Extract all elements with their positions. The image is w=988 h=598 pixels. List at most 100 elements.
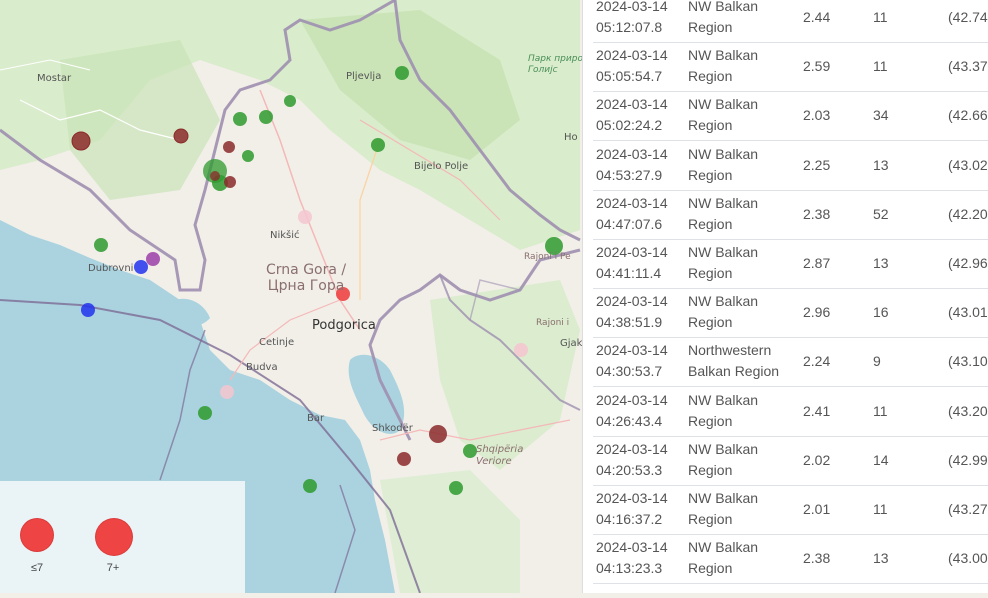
quake-marker — [220, 385, 234, 399]
quake-marker — [146, 252, 160, 266]
map-label-niksic: Nikšić — [270, 230, 300, 241]
quake-marker — [259, 110, 273, 124]
table-row[interactable]: 2024-03-14 04:16:37.2 NW Balkan Region 2.0… — [593, 485, 988, 535]
cell-magnitude: 2.41 — [803, 402, 831, 419]
map-label-cetinje: Cetinje — [259, 337, 295, 348]
table-row[interactable]: 2024-03-14 04:47:07.6 NW Balkan Region 2.3… — [593, 190, 988, 240]
quake-marker — [134, 260, 148, 274]
table-row[interactable]: 2024-03-14 04:30:53.7 Northwestern Balkan… — [593, 337, 988, 388]
table-row[interactable]: 2024-03-14 04:26:43.4 NW Balkan Region 2.4… — [593, 387, 988, 437]
map-label-park: Парк приро Голијс — [528, 54, 583, 75]
quake-marker — [223, 141, 235, 153]
cell-coordinates: (42.66 — [948, 107, 988, 124]
cell-region: Northwestern Balkan Region — [688, 342, 780, 380]
map-label-pljevlja: Pljevlja — [346, 71, 382, 82]
cell-coordinates: (42.99 — [948, 451, 988, 468]
cell-datetime: 2024-03-14 04:30:53.7 — [596, 342, 668, 380]
cell-magnitude: 2.59 — [803, 58, 831, 75]
cell-region: NW Balkan Region — [688, 440, 759, 478]
quake-marker — [371, 138, 385, 152]
cell-region: NW Balkan Region — [688, 96, 759, 134]
cell-depth: 11 — [873, 58, 888, 75]
cell-coordinates: (43.27 — [948, 501, 988, 517]
table-row[interactable]: 2024-03-14 05:05:54.7 NW Balkan Region 2.5… — [593, 42, 988, 93]
map-label-shqiperia: Shqipëria Veriore — [476, 444, 524, 467]
quake-marker — [298, 210, 312, 224]
cell-region: NW Balkan Region — [688, 145, 759, 183]
table-row[interactable]: 2024-03-14 04:20:53.3 NW Balkan Region 2.0… — [593, 436, 988, 486]
table-row[interactable]: 2024-03-14 05:02:24.2 NW Balkan Region 2.0… — [593, 91, 988, 142]
quake-marker — [463, 444, 477, 458]
cell-region: NW Balkan Region — [688, 47, 759, 85]
map-label-rajoni-pe: Rajoni i Pe — [524, 252, 571, 262]
cell-region: NW Balkan Region — [688, 0, 759, 35]
table-row[interactable]: 2024-03-14 04:38:51.9 NW Balkan Region 2.9… — [593, 288, 988, 339]
cell-magnitude: 2.24 — [803, 353, 831, 370]
cell-coordinates: (42.20 — [948, 205, 988, 222]
cell-magnitude: 2.01 — [803, 501, 831, 517]
cell-magnitude: 2.96 — [803, 304, 831, 321]
cell-magnitude: 2.02 — [803, 451, 831, 468]
cell-datetime: 2024-03-14 04:16:37.2 — [596, 490, 668, 527]
cell-datetime: 2024-03-14 04:38:51.9 — [596, 293, 668, 331]
map-label-rajoni-i: Rajoni i — [536, 318, 570, 328]
quake-marker — [94, 238, 108, 252]
cell-coordinates: (43.20 — [948, 402, 988, 419]
map-label-podgorica: Podgorica — [312, 318, 376, 333]
map-label-bijelo-polje: Bijelo Polje — [414, 161, 469, 172]
cell-coordinates: (43.37 — [948, 58, 988, 75]
cell-region: NW Balkan Region — [688, 539, 759, 577]
map-label-mostar: Mostar — [37, 73, 72, 84]
legend-label-small: ≤7 — [30, 562, 44, 574]
cell-coordinates: (42.96 — [948, 255, 988, 271]
cell-region: NW Balkan Region — [688, 244, 759, 281]
map-label-bar: Bar — [307, 413, 325, 424]
quake-marker — [514, 343, 528, 357]
cell-magnitude: 2.38 — [803, 205, 831, 222]
table-row[interactable]: 2024-03-14 05:12:07.8 NW Balkan Region 2.4… — [593, 0, 988, 43]
cell-magnitude: 2.38 — [803, 550, 831, 567]
legend-dot-large — [95, 518, 133, 556]
quake-marker — [224, 176, 236, 188]
quake-marker — [242, 150, 254, 162]
cell-depth: 13 — [873, 156, 889, 173]
legend-dot-small — [20, 518, 54, 552]
map-label-ho: Ho — [564, 132, 578, 143]
cell-coordinates: (43.02 — [948, 156, 988, 173]
cell-magnitude: 2.25 — [803, 156, 831, 173]
cell-depth: 14 — [873, 451, 889, 468]
cell-datetime: 2024-03-14 05:02:24.2 — [596, 96, 668, 134]
cell-datetime: 2024-03-14 04:20:53.3 — [596, 440, 668, 478]
map-label-budva: Budva — [246, 362, 278, 373]
cell-depth: 52 — [873, 205, 889, 222]
table-row[interactable]: 2024-03-14 04:13:23.3 NW Balkan Region 2.3… — [593, 534, 988, 585]
quake-marker — [210, 171, 220, 181]
cell-depth: 11 — [873, 9, 888, 25]
quake-marker — [303, 479, 317, 493]
quake-marker — [395, 66, 409, 80]
cell-datetime: 2024-03-14 05:12:07.8 — [596, 0, 668, 35]
cell-datetime: 2024-03-14 05:05:54.7 — [596, 47, 668, 85]
cell-depth: 34 — [873, 107, 889, 124]
cell-datetime: 2024-03-14 04:47:07.6 — [596, 194, 668, 232]
cell-depth: 13 — [873, 255, 889, 271]
cell-magnitude: 2.03 — [803, 107, 831, 124]
map-label-dubrovnik: Dubrovni — [88, 263, 134, 274]
quake-marker — [71, 131, 91, 151]
quake-marker — [429, 425, 447, 443]
legend-label-large: 7+ — [106, 562, 120, 574]
cell-region: NW Balkan Region — [688, 391, 759, 429]
quake-marker — [233, 112, 247, 126]
cell-datetime: 2024-03-14 04:26:43.4 — [596, 391, 668, 429]
table-row[interactable]: 2024-03-14 04:53:27.9 NW Balkan Region 2.2… — [593, 141, 988, 191]
cell-coordinates: (43.01 — [948, 304, 988, 321]
earthquake-table: 2024-03-14 05:12:07.8 NW Balkan Region 2.4… — [582, 0, 988, 593]
quake-marker — [284, 95, 296, 107]
map-label-shkoder: Shkodër — [372, 423, 413, 434]
table-row[interactable]: 2024-03-14 04:41:11.4 NW Balkan Region 2.8… — [593, 239, 988, 289]
map-label-crna-gora: Crna Gora / Црна Гора — [266, 262, 347, 294]
quake-marker — [81, 303, 95, 317]
cell-magnitude: 2.44 — [803, 9, 831, 25]
cell-depth: 13 — [873, 550, 889, 567]
cell-coordinates: (43.10 — [948, 353, 988, 370]
